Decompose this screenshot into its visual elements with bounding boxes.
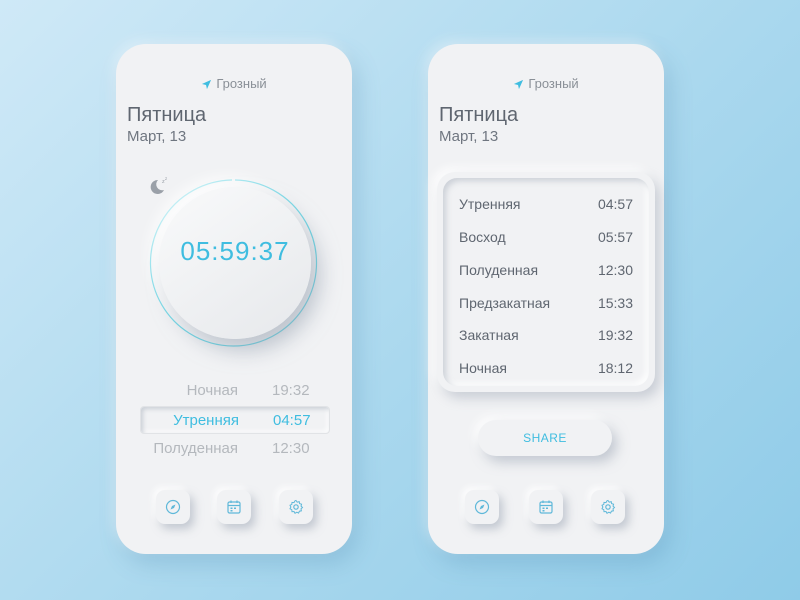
date-label: Март, 13 xyxy=(439,128,499,145)
location-city: Грозный xyxy=(216,76,267,91)
schedule-time: 19:32 xyxy=(597,327,633,343)
schedule-name: Предзакатная xyxy=(459,295,551,311)
nav-settings-button[interactable] xyxy=(279,490,313,524)
location-label[interactable]: Грозный xyxy=(116,76,352,91)
calendar-icon xyxy=(539,500,553,514)
prayer-schedule-card: Утренняя 04:57 Восход 05:57 Полуденная 1… xyxy=(437,172,655,392)
prayer-time: 04:57 xyxy=(273,411,311,429)
schedule-name: Закатная xyxy=(459,327,519,343)
nav-calendar-button[interactable] xyxy=(217,490,251,524)
svg-text:z: z xyxy=(165,176,167,181)
countdown-time: 05:59:37 xyxy=(180,236,290,266)
date-label: Март, 13 xyxy=(127,128,187,145)
schedule-row[interactable]: Утренняя 04:57 xyxy=(459,193,633,215)
nav-compass-button[interactable] xyxy=(156,490,190,524)
schedule-time: 18:12 xyxy=(597,360,633,376)
schedule-name: Ночная xyxy=(459,360,507,376)
schedule-row[interactable]: Восход 05:57 xyxy=(459,226,633,248)
moon-sleep-icon: z z xyxy=(150,176,167,194)
schedule-name: Восход xyxy=(459,229,506,245)
day-title: Пятница xyxy=(127,104,207,126)
prayer-time: 12:30 xyxy=(272,439,310,457)
schedule-list: Утренняя 04:57 Восход 05:57 Полуденная 1… xyxy=(443,178,649,386)
countdown-clock: 05:59:37 z z xyxy=(148,176,322,350)
schedule-time: 15:33 xyxy=(597,295,633,311)
schedule-time: 05:57 xyxy=(597,229,633,245)
location-arrow-icon xyxy=(202,79,212,90)
location-arrow-icon xyxy=(514,79,524,90)
compass-icon xyxy=(474,499,490,515)
schedule-time: 04:57 xyxy=(597,196,633,212)
prayer-name: Утренняя xyxy=(173,411,239,429)
gear-icon xyxy=(601,499,616,514)
share-button[interactable]: SHARE xyxy=(478,420,612,456)
prayer-time: 19:32 xyxy=(272,381,310,399)
schedule-row[interactable]: Полуденная 12:30 xyxy=(459,259,633,281)
calendar-icon xyxy=(227,500,241,514)
schedule-row[interactable]: Закатная 19:32 xyxy=(459,324,633,346)
nav-settings-button[interactable] xyxy=(591,490,625,524)
schedule-time: 12:30 xyxy=(597,262,633,278)
prayer-row-current[interactable]: Утренняя 04:57 xyxy=(140,406,330,434)
phone-schedule-screen: Грозный Пятница Март, 13 Утренняя 04:57 … xyxy=(428,44,664,554)
phone-countdown-screen: Грозный Пятница Март, 13 05:59:37 z z Но… xyxy=(116,44,352,554)
day-title: Пятница xyxy=(439,104,519,126)
prayer-row-previous[interactable]: Ночная 19:32 xyxy=(140,376,330,404)
location-city: Грозный xyxy=(528,76,579,91)
prayer-name: Полуденная xyxy=(153,439,238,457)
location-label[interactable]: Грозный xyxy=(428,76,664,91)
prayer-row-next[interactable]: Полуденная 12:30 xyxy=(140,434,330,462)
compass-icon xyxy=(165,499,181,515)
schedule-name: Утренняя xyxy=(459,196,521,212)
gear-icon xyxy=(289,499,304,514)
nav-compass-button[interactable] xyxy=(465,490,499,524)
nav-calendar-button[interactable] xyxy=(529,490,563,524)
prayer-name: Ночная xyxy=(186,381,238,399)
schedule-name: Полуденная xyxy=(459,262,539,278)
schedule-row[interactable]: Предзакатная 15:33 xyxy=(459,292,633,314)
schedule-row[interactable]: Ночная 18:12 xyxy=(459,357,633,379)
